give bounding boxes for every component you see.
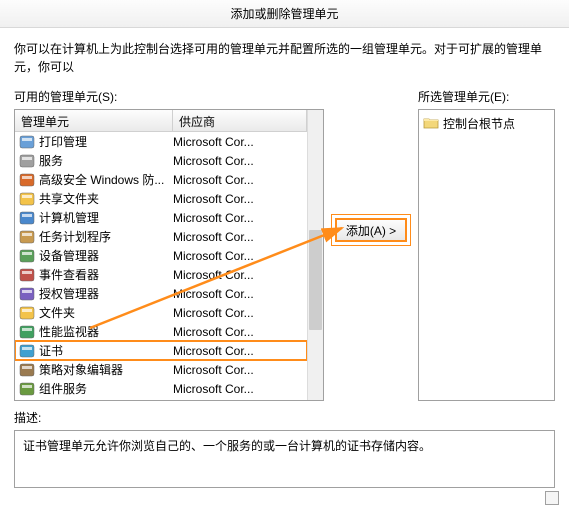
component-icon	[19, 381, 35, 397]
item-vendor: Microsoft Cor...	[173, 135, 307, 149]
item-vendor: Microsoft Cor...	[173, 287, 307, 301]
item-vendor: Microsoft Cor...	[173, 344, 307, 358]
list-item[interactable]: 高级安全 Windows 防...Microsoft Cor...	[15, 170, 307, 189]
item-name: 性能监视器	[39, 323, 173, 340]
list-item[interactable]: 服务Microsoft Cor...	[15, 151, 307, 170]
item-name: 高级安全 Windows 防...	[39, 171, 173, 188]
list-item[interactable]: 打印管理Microsoft Cor...	[15, 132, 307, 151]
scroll-thumb[interactable]	[309, 230, 322, 330]
folder-icon	[19, 305, 35, 321]
available-listbox[interactable]: 管理单元 供应商 打印管理Microsoft Cor...服务Microsoft…	[14, 109, 324, 401]
item-vendor: Microsoft Cor...	[173, 382, 307, 396]
window-title: 添加或删除管理单元	[0, 0, 569, 28]
item-name: 授权管理器	[39, 285, 173, 302]
item-name: 组件服务	[39, 380, 173, 397]
item-name: 任务计划程序	[39, 228, 173, 245]
list-item[interactable]: 组件服务Microsoft Cor...	[15, 379, 307, 398]
computer-icon	[19, 210, 35, 226]
auth-icon	[19, 286, 35, 302]
item-vendor: Microsoft Cor...	[173, 268, 307, 282]
list-item[interactable]: 共享文件夹Microsoft Cor...	[15, 189, 307, 208]
item-vendor: Microsoft Cor...	[173, 211, 307, 225]
item-vendor: Microsoft Cor...	[173, 173, 307, 187]
instruction-text: 你可以在计算机上为此控制台选择可用的管理单元并配置所选的一组管理单元。对于可扩展…	[0, 28, 569, 84]
tree-root-label: 控制台根节点	[443, 115, 515, 132]
printer-icon	[19, 134, 35, 150]
item-vendor: Microsoft Cor...	[173, 249, 307, 263]
add-button[interactable]: 添加(A) >	[335, 218, 407, 242]
tree-root-item[interactable]: 控制台根节点	[423, 114, 550, 132]
item-name: 设备管理器	[39, 247, 173, 264]
list-item[interactable]: 性能监视器Microsoft Cor...	[15, 322, 307, 341]
item-name: 服务	[39, 152, 173, 169]
perf-icon	[19, 324, 35, 340]
corner-button[interactable]	[545, 491, 559, 505]
description-label: 描述:	[14, 409, 555, 426]
firewall-icon	[19, 172, 35, 188]
policy-icon	[19, 362, 35, 378]
cert-icon	[19, 343, 35, 359]
item-vendor: Microsoft Cor...	[173, 325, 307, 339]
selected-label: 所选管理单元(E):	[418, 88, 555, 105]
header-vendor[interactable]: 供应商	[173, 110, 307, 131]
description-box: 证书管理单元允许你浏览自己的、一个服务的或一台计算机的证书存储内容。	[14, 430, 555, 488]
clock-icon	[19, 229, 35, 245]
item-vendor: Microsoft Cor...	[173, 306, 307, 320]
event-icon	[19, 267, 35, 283]
item-vendor: Microsoft Cor...	[173, 230, 307, 244]
list-item[interactable]: 证书Microsoft Cor...	[15, 341, 307, 360]
list-item[interactable]: 计算机管理Microsoft Cor...	[15, 208, 307, 227]
selected-tree[interactable]: 控制台根节点	[418, 109, 555, 401]
list-item[interactable]: 事件查看器Microsoft Cor...	[15, 265, 307, 284]
item-vendor: Microsoft Cor...	[173, 363, 307, 377]
list-item[interactable]: 设备管理器Microsoft Cor...	[15, 246, 307, 265]
item-vendor: Microsoft Cor...	[173, 154, 307, 168]
item-name: 计算机管理	[39, 209, 173, 226]
list-item[interactable]: 授权管理器Microsoft Cor...	[15, 284, 307, 303]
list-header: 管理单元 供应商	[15, 110, 307, 132]
device-icon	[19, 248, 35, 264]
item-vendor: Microsoft Cor...	[173, 192, 307, 206]
item-name: 策略对象编辑器	[39, 361, 173, 378]
item-name: 打印管理	[39, 133, 173, 150]
item-name: 证书	[39, 342, 173, 359]
list-item[interactable]: 任务计划程序Microsoft Cor...	[15, 227, 307, 246]
folder-share-icon	[19, 191, 35, 207]
header-name[interactable]: 管理单元	[15, 110, 173, 131]
available-label: 可用的管理单元(S):	[14, 88, 324, 105]
folder-icon	[423, 115, 439, 131]
list-item[interactable]: 策略对象编辑器Microsoft Cor...	[15, 360, 307, 379]
item-name: 文件夹	[39, 304, 173, 321]
item-name: 事件查看器	[39, 266, 173, 283]
gear-icon	[19, 153, 35, 169]
scrollbar[interactable]	[307, 110, 323, 400]
item-name: 共享文件夹	[39, 190, 173, 207]
list-item[interactable]: 文件夹Microsoft Cor...	[15, 303, 307, 322]
